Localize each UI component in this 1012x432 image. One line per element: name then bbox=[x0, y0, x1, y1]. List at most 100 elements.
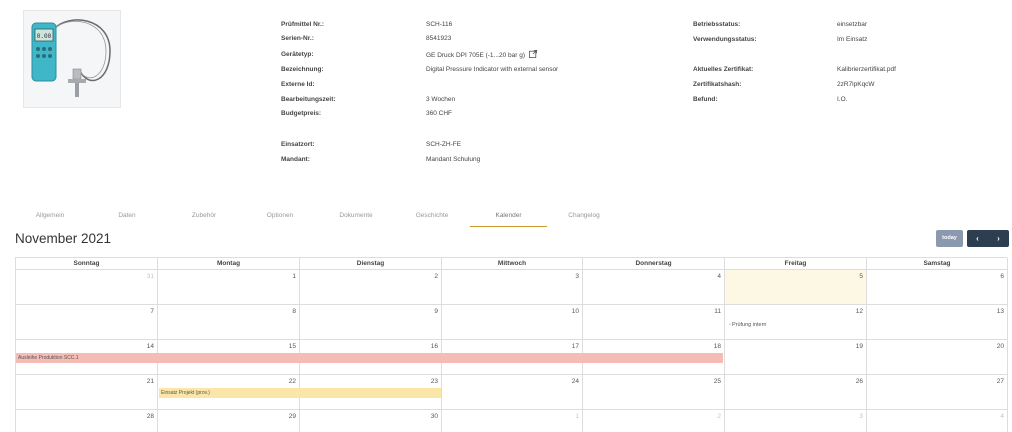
day-cell[interactable]: 6 bbox=[867, 270, 1008, 305]
day-number: 24 bbox=[571, 378, 579, 385]
calendar-event-ausleihe[interactable]: Ausleihe Produktion SCC.1 bbox=[16, 353, 723, 363]
day-cell[interactable]: 1 bbox=[442, 410, 583, 432]
day-number: 3 bbox=[575, 273, 579, 280]
day-number: 17 bbox=[571, 343, 579, 350]
value-bearbeitungszeit: 3 Wochen bbox=[426, 96, 456, 103]
value-serien-nr: 8541923 bbox=[426, 35, 452, 42]
day-cell[interactable]: 31 bbox=[16, 270, 158, 305]
geraetetyp-text: GE Druck DPI 705E (-1...20 bar g) bbox=[426, 52, 525, 59]
value-mandant: Mandant Schulung bbox=[426, 156, 481, 163]
tab-dokumente[interactable]: Dokumente bbox=[324, 207, 388, 227]
day-cell[interactable]: 8 bbox=[158, 305, 300, 340]
value-befund: I.O. bbox=[837, 96, 848, 103]
day-number: 2 bbox=[717, 413, 721, 420]
label-befund: Befund: bbox=[693, 96, 718, 103]
day-number: 22 bbox=[288, 378, 296, 385]
day-number: 16 bbox=[430, 343, 438, 350]
day-cell[interactable]: 10 bbox=[442, 305, 583, 340]
day-number: 7 bbox=[150, 308, 154, 315]
value-betriebsstatus: einsetzbar bbox=[837, 21, 867, 28]
certificate-link[interactable]: Kalibrierzertifikat.pdf bbox=[837, 66, 896, 73]
tab-zubehoer[interactable]: Zubehör bbox=[174, 207, 234, 227]
day-number: 27 bbox=[996, 378, 1004, 385]
tab-changelog[interactable]: Changelog bbox=[552, 207, 616, 227]
svg-text:0.00: 0.00 bbox=[37, 33, 52, 40]
day-cell[interactable]: 20 bbox=[867, 340, 1008, 375]
value-pruefmittel-nr: SCH-116 bbox=[426, 21, 453, 28]
day-cell[interactable]: 11 bbox=[583, 305, 725, 340]
day-cell-today[interactable]: 5 bbox=[725, 270, 867, 305]
day-cell[interactable]: 2 bbox=[300, 270, 442, 305]
label-pruefmittel-nr: Prüfmittel Nr.: bbox=[281, 21, 324, 28]
tab-allgemein[interactable]: Allgemein bbox=[20, 207, 80, 227]
day-number: 12 bbox=[855, 308, 863, 315]
prev-month-button[interactable]: ‹ bbox=[967, 230, 988, 247]
today-button[interactable]: today bbox=[936, 230, 963, 247]
day-number: 13 bbox=[996, 308, 1004, 315]
day-number: 29 bbox=[288, 413, 296, 420]
day-cell[interactable]: 4 bbox=[867, 410, 1008, 432]
weekday-header-mittwoch: Mittwoch bbox=[442, 258, 583, 270]
day-number: 26 bbox=[855, 378, 863, 385]
day-number: 28 bbox=[146, 413, 154, 420]
weekday-header-dienstag: Dienstag bbox=[300, 258, 442, 270]
value-bezeichnung: Digital Pressure Indicator with external… bbox=[426, 66, 559, 73]
label-betriebsstatus: Betriebsstatus: bbox=[693, 21, 741, 28]
day-cell[interactable]: 1 bbox=[158, 270, 300, 305]
calendar-event-pruefung[interactable]: Prüfung intern bbox=[727, 320, 865, 330]
day-cell[interactable]: 3 bbox=[442, 270, 583, 305]
day-number: 1 bbox=[575, 413, 579, 420]
weekday-header-montag: Montag bbox=[158, 258, 300, 270]
day-number: 5 bbox=[859, 273, 863, 280]
label-budgetpreis: Budgetpreis: bbox=[281, 110, 322, 117]
day-cell[interactable]: 2 bbox=[583, 410, 725, 432]
day-number: 21 bbox=[146, 378, 154, 385]
tab-daten[interactable]: Daten bbox=[97, 207, 157, 227]
day-cell[interactable]: 30 bbox=[300, 410, 442, 432]
tab-optionen[interactable]: Optionen bbox=[250, 207, 310, 227]
day-cell[interactable]: 9 bbox=[300, 305, 442, 340]
external-link-icon[interactable] bbox=[528, 50, 537, 58]
day-number: 23 bbox=[430, 378, 438, 385]
day-cell[interactable]: 4 bbox=[583, 270, 725, 305]
next-month-button[interactable]: › bbox=[988, 230, 1009, 247]
calendar-event-einsatz[interactable]: Einsatz Projekt (prov.) bbox=[159, 388, 441, 398]
day-cell[interactable]: 24 bbox=[442, 375, 583, 410]
day-cell[interactable]: 13 bbox=[867, 305, 1008, 340]
weekday-header-donnerstag: Donnerstag bbox=[583, 258, 725, 270]
day-cell[interactable]: 3 bbox=[725, 410, 867, 432]
label-zertifikatshash: Zertifikatshash: bbox=[693, 81, 742, 88]
value-geraetetyp: GE Druck DPI 705E (-1...20 bar g) bbox=[426, 50, 537, 59]
label-bearbeitungszeit: Bearbeitungszeit: bbox=[281, 96, 336, 103]
day-cell[interactable]: 27 bbox=[867, 375, 1008, 410]
day-cell[interactable]: 19 bbox=[725, 340, 867, 375]
day-number: 9 bbox=[434, 308, 438, 315]
device-photo: 0.00 bbox=[23, 10, 121, 108]
label-aktuelles-zertifikat: Aktuelles Zertifikat: bbox=[693, 66, 754, 73]
day-number: 8 bbox=[292, 308, 296, 315]
day-number: 1 bbox=[292, 273, 296, 280]
day-cell[interactable]: 21 bbox=[16, 375, 158, 410]
day-number: 14 bbox=[146, 343, 154, 350]
day-number: 6 bbox=[1000, 273, 1004, 280]
day-number: 30 bbox=[430, 413, 438, 420]
day-cell[interactable]: 26 bbox=[725, 375, 867, 410]
day-cell[interactable]: 7 bbox=[16, 305, 158, 340]
day-cell[interactable]: 28 bbox=[16, 410, 158, 432]
chevron-right-icon: › bbox=[997, 234, 1000, 243]
day-number: 4 bbox=[717, 273, 721, 280]
day-number: 10 bbox=[571, 308, 579, 315]
day-number: 15 bbox=[288, 343, 296, 350]
tab-geschichte[interactable]: Geschichte bbox=[400, 207, 464, 227]
weekday-header-freitag: Freitag bbox=[725, 258, 867, 270]
label-mandant: Mandant: bbox=[281, 156, 310, 163]
tab-kalender[interactable]: Kalender bbox=[470, 207, 547, 227]
weekday-header-sonntag: Sonntag bbox=[16, 258, 158, 270]
day-cell[interactable]: 25 bbox=[583, 375, 725, 410]
day-number: 4 bbox=[1000, 413, 1004, 420]
label-bezeichnung: Bezeichnung: bbox=[281, 66, 324, 73]
day-cell[interactable]: 29 bbox=[158, 410, 300, 432]
calendar-title: November 2021 bbox=[15, 231, 112, 246]
day-number: 3 bbox=[859, 413, 863, 420]
day-number: 11 bbox=[714, 308, 721, 315]
